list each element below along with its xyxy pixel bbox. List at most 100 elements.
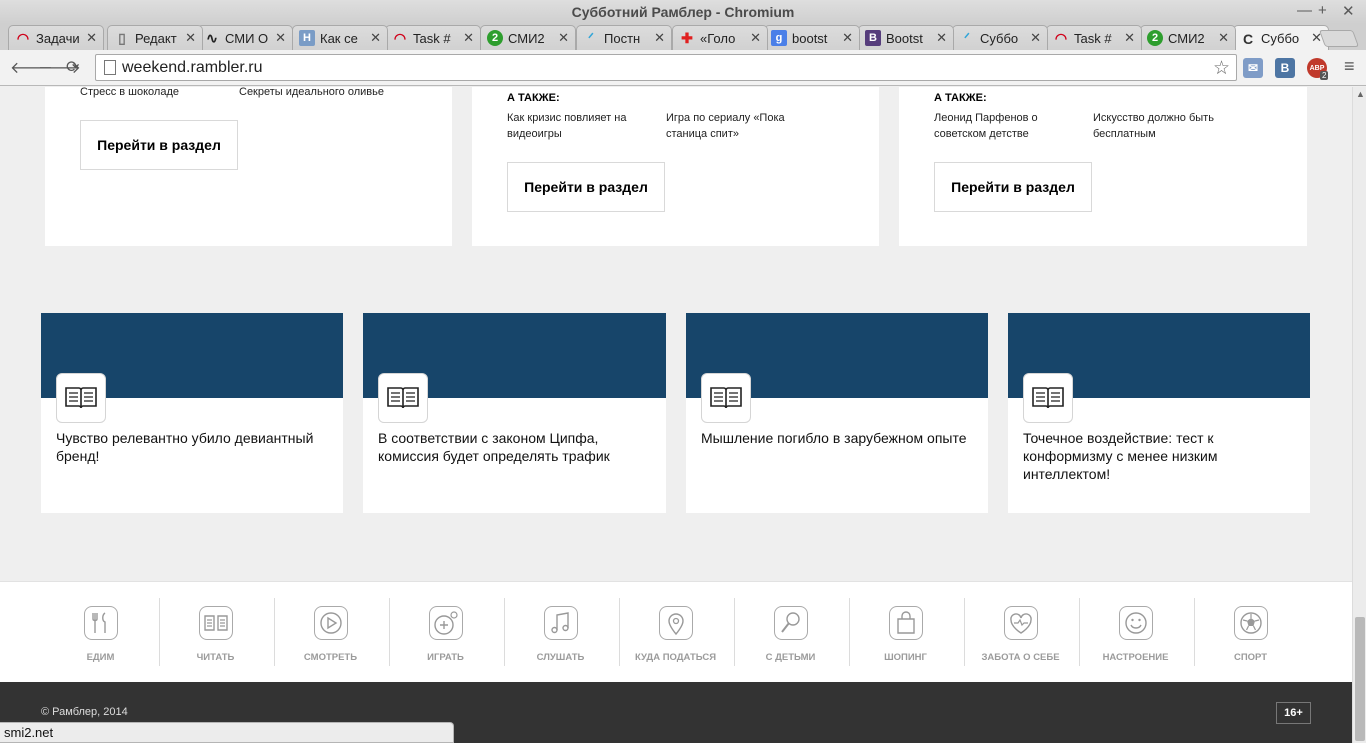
article-tile[interactable]: Чувство релевантно убило девиантный брен… (41, 313, 343, 513)
vk-icon[interactable]: В (1275, 58, 1295, 78)
browser-tab[interactable]: ✚ «Голо ✕ (672, 25, 768, 50)
tab-close-icon[interactable]: ✕ (936, 30, 947, 46)
chart-icon: ∿ (206, 29, 218, 46)
goto-section-button[interactable]: Перейти в раздел (934, 162, 1092, 212)
tab-title: Суббо (1261, 31, 1300, 46)
section-link[interactable]: Искусство должно быть бесплатным (1093, 110, 1238, 142)
section-link[interactable]: Стресс в шоколаде (80, 87, 179, 100)
goto-section-button[interactable]: Перейти в раздел (507, 162, 665, 212)
category-link[interactable]: НАСТРОЕНИЕ (1078, 598, 1193, 666)
browser-tab[interactable]: 2 СМИ2 ✕ (480, 25, 576, 50)
tile-title[interactable]: Чувство релевантно убило девиантный брен… (56, 429, 336, 465)
tile-title[interactable]: Точечное воздействие: тест к конформизму… (1023, 429, 1303, 483)
address-bar[interactable]: weekend.rambler.ru ☆ (95, 54, 1237, 81)
age-rating-badge: 16+ (1276, 702, 1311, 724)
scrollbar-thumb[interactable] (1355, 617, 1365, 741)
tab-strip: C Суббо ✕ 2 СМИ2 ✕ ◠ Task # ✕ ᐟ Суббо ✕ B Bootst ✕ g boo… (0, 24, 1366, 51)
category-link[interactable]: С ДЕТЬМИ (733, 598, 848, 666)
tab-close-icon[interactable]: ✕ (1124, 30, 1135, 46)
category-link[interactable]: ШОПИНГ (848, 598, 963, 666)
tab-close-icon[interactable]: ✕ (750, 30, 761, 46)
category-link[interactable]: СПОРТ (1193, 598, 1308, 666)
tab-close-icon[interactable]: ✕ (275, 30, 286, 46)
article-tile[interactable]: В соответствии с законом Ципфа, комиссия… (363, 313, 666, 513)
close-window-button[interactable]: ✕ (1342, 2, 1355, 20)
tab-close-icon[interactable]: ✕ (1218, 30, 1229, 46)
menu-icon[interactable]: ≡ (1344, 56, 1355, 77)
shopping-bag-icon (888, 606, 923, 640)
browser-tab[interactable]: g bootst ✕ (764, 25, 860, 50)
tile-title[interactable]: Мышление погибло в зарубежном опыте (701, 429, 981, 447)
rambler-icon: ◠ (16, 29, 30, 46)
category-label: НАСТРОЕНИЕ (1102, 652, 1169, 663)
vertical-scrollbar[interactable]: ▲ (1352, 87, 1366, 743)
section-card: А ТАКЖЕ: Леонид Парфенов о советском дет… (899, 87, 1307, 246)
mail-icon[interactable]: ✉ (1243, 58, 1263, 78)
article-tile[interactable]: Точечное воздействие: тест к конформизму… (1008, 313, 1310, 513)
category-label: ЗАБОТА О СЕБЕ (981, 652, 1060, 663)
section-link[interactable]: Секреты идеального оливье (239, 87, 384, 100)
rambler-icon: ◠ (393, 29, 407, 46)
section-card: Стресс в шоколаде Секреты идеального оли… (45, 87, 452, 246)
book-icon (701, 373, 751, 423)
browser-tab[interactable]: C Суббо ✕ (1233, 25, 1329, 51)
also-heading: А ТАКЖЕ: (507, 92, 560, 104)
category-link[interactable]: ИГРАТЬ (388, 598, 503, 666)
tab-title: Как се (320, 30, 358, 46)
tab-close-icon[interactable]: ✕ (463, 30, 474, 46)
browser-tab[interactable]: 2 СМИ2 ✕ (1140, 25, 1236, 50)
fork-knife-icon (83, 606, 118, 640)
tab-close-icon[interactable]: ✕ (86, 30, 97, 46)
goto-section-button[interactable]: Перейти в раздел (80, 120, 238, 170)
category-bar: ЕДИМ ЧИТАТЬ СМОТРЕТЬ ИГРАТЬ СЛУШАТЬ КУДА ПОДА… (0, 581, 1352, 682)
bird-icon: ᐟ (964, 29, 970, 46)
location-pin-icon (658, 606, 693, 640)
category-link[interactable]: СМОТРЕТЬ (273, 598, 388, 666)
article-tile[interactable]: Мышление погибло в зарубежном опыте (686, 313, 988, 513)
status-bubble: smi2.net (0, 722, 454, 743)
tab-close-icon[interactable]: ✕ (654, 30, 665, 46)
window-title: Субботний Рамблер - Chromium (571, 4, 795, 20)
smi2-icon: 2 (487, 30, 503, 46)
category-label: ШОПИНГ (884, 652, 927, 663)
minimize-button[interactable]: — (1297, 2, 1312, 19)
adblock-count: 2 (1320, 71, 1329, 80)
browser-tab[interactable]: ᐟ Суббо ✕ (952, 25, 1048, 50)
tab-title: Суббо (980, 30, 1019, 46)
browser-tab[interactable]: ◠ Task # ✕ (1046, 25, 1142, 50)
tab-close-icon[interactable]: ✕ (1030, 30, 1041, 46)
browser-tab[interactable]: B Bootst ✕ (858, 25, 954, 50)
category-link[interactable]: КУДА ПОДАТЬСЯ (618, 598, 733, 666)
section-link[interactable]: Леонид Парфенов о советском детстве (934, 110, 1074, 142)
tab-title: Задачи (36, 30, 80, 46)
tab-close-icon[interactable]: ✕ (370, 30, 381, 46)
new-tab-button[interactable] (1318, 30, 1360, 47)
browser-tab[interactable]: H Как се ✕ (292, 25, 388, 50)
category-link[interactable]: ЗАБОТА О СЕБЕ (963, 598, 1078, 666)
category-link[interactable]: СЛУШАТЬ (503, 598, 618, 666)
browser-tab[interactable]: ◠ Task # ✕ (385, 25, 481, 50)
tab-close-icon[interactable]: ✕ (558, 30, 569, 46)
tab-close-icon[interactable]: ✕ (185, 30, 196, 46)
browser-tab[interactable]: ᐟ Постн ✕ (576, 25, 672, 50)
section-link[interactable]: Как кризис повлияет на видеоигры (507, 110, 647, 142)
category-link[interactable]: ЧИТАТЬ (158, 598, 273, 666)
scroll-up-arrow-icon[interactable]: ▲ (1356, 89, 1365, 99)
tile-title[interactable]: В соответствии с законом Ципфа, комиссия… (378, 429, 658, 465)
reload-button[interactable]: ⟳ (66, 57, 79, 77)
tab-title: Bootst (886, 30, 923, 46)
browser-tab[interactable]: ∿ СМИ О ✕ (197, 25, 293, 50)
tab-title: Редакт (135, 30, 177, 46)
red-cross-icon: ✚ (681, 29, 693, 46)
category-label: ЕДИМ (86, 652, 115, 663)
category-label: ИГРАТЬ (427, 652, 464, 663)
category-link[interactable]: ЕДИМ (43, 598, 158, 666)
section-link[interactable]: Игра по сериалу «Пока станица спит» (666, 110, 811, 142)
maximize-button[interactable]: + (1318, 2, 1327, 19)
url-text[interactable]: weekend.rambler.ru (122, 59, 263, 77)
browser-tab[interactable]: ▯ Редакт ✕ (107, 25, 203, 50)
rambler-icon: ◠ (1054, 29, 1068, 46)
bookmark-star-icon[interactable]: ☆ (1213, 57, 1230, 80)
tab-close-icon[interactable]: ✕ (842, 30, 853, 46)
browser-tab[interactable]: ◠ Задачи ✕ (8, 25, 104, 50)
